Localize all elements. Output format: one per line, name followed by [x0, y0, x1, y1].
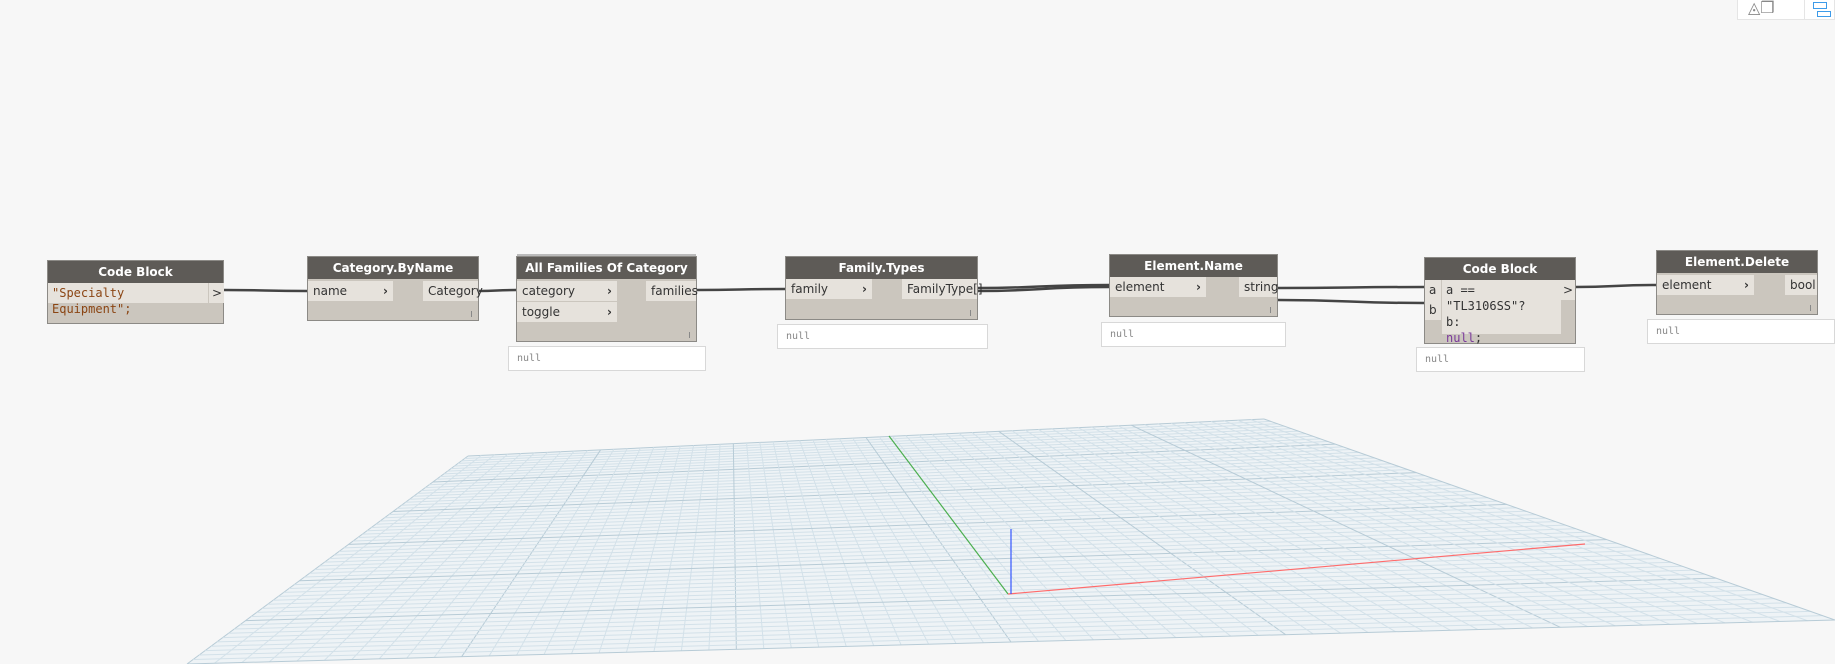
geometry-view-icon[interactable]: ◬❒ [1748, 0, 1775, 16]
chevron-right-icon: › [1196, 280, 1201, 294]
input-port-element[interactable]: element › [1110, 277, 1206, 297]
output-port-families[interactable]: families [646, 281, 698, 301]
output-port-category[interactable]: Category [423, 281, 483, 301]
input-port-toggle[interactable]: toggle › [517, 302, 617, 322]
element-name-node[interactable]: Element.Name element › string [1109, 254, 1278, 317]
lacing-indicator [689, 332, 690, 338]
lacing-indicator [471, 311, 472, 317]
node-title: Code Block [1425, 258, 1575, 280]
node-title: Element.Name [1110, 255, 1277, 277]
output-port[interactable]: > [209, 283, 224, 303]
chevron-right-icon: › [862, 282, 867, 296]
chevron-right-icon: › [607, 284, 612, 298]
port-label: element [1115, 280, 1165, 294]
node-title: All Families Of Category [517, 257, 696, 279]
code-block-node[interactable]: Code Block a b a == "TL3106SS"? b: null;… [1424, 257, 1576, 345]
port-label: toggle [522, 305, 560, 319]
code-line: a == "TL3106SS"? [1446, 283, 1526, 313]
output-port-bool[interactable]: bool [1785, 275, 1817, 295]
code-line: b: [1446, 315, 1461, 329]
lacing-indicator [1270, 307, 1271, 313]
family-types-node[interactable]: Family.Types family › FamilyType[] [785, 256, 983, 320]
port-label: category [522, 284, 576, 298]
input-port-element[interactable]: element › [1657, 275, 1754, 295]
code-editor[interactable]: a == "TL3106SS"? b: null; [1442, 280, 1561, 345]
input-port-a[interactable]: a [1425, 280, 1441, 300]
element-delete-node[interactable]: Element.Delete element › bool [1656, 250, 1818, 315]
node-title: Category.ByName [308, 257, 478, 279]
port-label: name [313, 284, 348, 298]
port-label: family [791, 282, 829, 296]
input-port-name[interactable]: name › [308, 281, 393, 301]
preview-bubble[interactable]: null [1416, 347, 1585, 372]
code-block-node[interactable]: Code Block "Specialty Equipment"; > [47, 260, 224, 324]
code-semicolon: ; [1474, 331, 1483, 345]
output-port-string[interactable]: string [1239, 277, 1278, 297]
preview-bubble[interactable]: null [777, 324, 988, 349]
input-port-b[interactable]: b [1425, 300, 1441, 320]
lacing-indicator [970, 310, 971, 316]
input-port-category[interactable]: category › [517, 281, 617, 301]
code-keyword: null [1446, 331, 1475, 345]
node-title: Code Block [48, 261, 223, 283]
chevron-right-icon: › [607, 305, 612, 319]
input-port-family[interactable]: family › [786, 279, 872, 299]
node-title: Family.Types [786, 257, 977, 279]
graph-view-icon[interactable] [1804, 0, 1834, 19]
category-byname-node[interactable]: Category.ByName name › Category [307, 256, 483, 321]
preview-bubble[interactable]: null [508, 346, 706, 371]
chevron-right-icon: › [1744, 278, 1749, 292]
chevron-right-icon: › [383, 284, 388, 298]
all-families-of-category-node[interactable]: All Families Of Category category › toggl… [516, 256, 698, 342]
preview-bubble[interactable]: null [1647, 319, 1835, 344]
output-port-familytype[interactable]: FamilyType[] [902, 279, 983, 299]
port-label: element [1662, 278, 1712, 292]
preview-bubble[interactable]: null [1101, 322, 1286, 347]
output-port[interactable]: > [1560, 280, 1575, 300]
view-toggle-toolbar: ◬❒ [1737, 0, 1835, 20]
lacing-indicator [1810, 305, 1811, 311]
node-title: Element.Delete [1657, 251, 1817, 273]
code-editor[interactable]: "Specialty Equipment"; [48, 283, 208, 316]
